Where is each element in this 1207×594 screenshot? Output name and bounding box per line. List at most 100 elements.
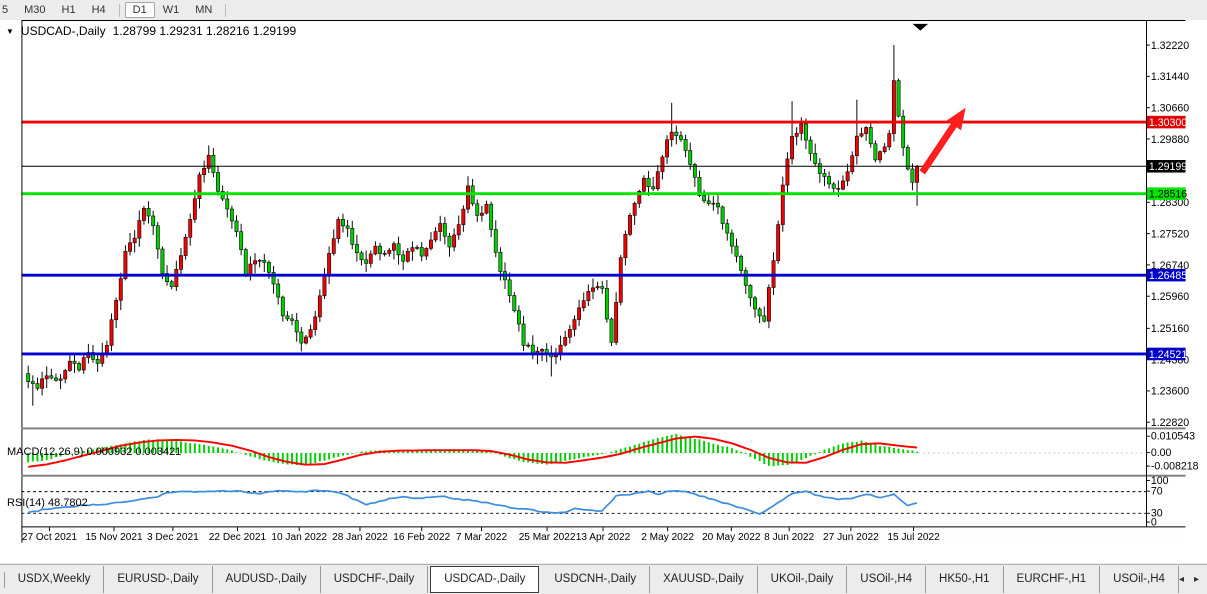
price-tick-label: 1.32220 <box>1151 40 1189 52</box>
tab-scroll-right-icon[interactable]: ▸ <box>1194 574 1199 585</box>
tab-usdchf-daily[interactable]: USDCHF-,Daily <box>321 566 429 593</box>
candle-body <box>707 201 710 204</box>
candle-body <box>897 81 900 116</box>
candle-body <box>466 186 469 209</box>
tab-usdcnh-daily[interactable]: USDCNH-,Daily <box>541 566 650 593</box>
candle-body <box>619 258 622 303</box>
candle-body <box>596 287 599 288</box>
candle-body <box>800 124 803 133</box>
candle-body <box>36 384 39 389</box>
tab-ukoil-daily[interactable]: UKOil-,Daily <box>758 566 848 593</box>
candle-body <box>869 127 872 143</box>
candle-body <box>161 249 164 273</box>
candle-body <box>892 81 895 134</box>
chart-title: ▼ USDCAD-,Daily 1.28799 1.29231 1.28216 … <box>6 24 296 38</box>
candle-body <box>864 127 867 133</box>
timeframe-button-d1[interactable]: D1 <box>125 2 155 18</box>
candle-body <box>601 287 604 289</box>
chart-dropdown-icon[interactable]: ▼ <box>6 27 14 36</box>
candle-body <box>235 221 238 232</box>
candle-body <box>244 250 247 276</box>
tab-usoil-h4[interactable]: USOil-,H4 <box>1100 566 1179 593</box>
candle-body <box>355 244 358 252</box>
candle-body <box>156 226 159 249</box>
candle-body <box>860 134 863 137</box>
candle-body <box>494 229 497 252</box>
date-label: 13 Apr 2022 <box>576 532 631 543</box>
timeframe-button-5[interactable]: 5 <box>0 2 16 18</box>
candle-body <box>610 319 613 342</box>
candle-body <box>406 251 409 261</box>
candle-body <box>642 178 645 191</box>
timeframe-button-w1[interactable]: W1 <box>155 2 188 18</box>
rsi-indicator-label: RSI(14) 48.7802 <box>7 497 88 509</box>
candle-body <box>383 253 386 254</box>
date-label: 16 Feb 2022 <box>393 532 450 543</box>
candle-body <box>739 256 742 270</box>
candle-body <box>448 236 451 247</box>
candle-body <box>443 223 446 236</box>
candle-body <box>841 181 844 189</box>
candle-body <box>175 269 178 286</box>
chart-background <box>21 20 1185 544</box>
candle-body <box>582 301 585 308</box>
candle-body <box>295 320 298 332</box>
chart-canvas: 1.322201.314401.306601.298801.283001.275… <box>0 20 1207 563</box>
candle-body <box>573 320 576 330</box>
candle-body <box>911 169 914 182</box>
candle-body <box>374 246 377 254</box>
tab-xauusd-daily[interactable]: XAUUSD-,Daily <box>650 566 758 593</box>
candle-body <box>378 246 381 253</box>
candle-body <box>323 275 326 296</box>
timeframe-toolbar: 5M30H1H4 D1W1MN <box>0 0 1207 20</box>
candle-body <box>212 155 215 172</box>
candle-body <box>508 280 511 296</box>
candle-body <box>804 124 807 140</box>
tab-usdcad-daily[interactable]: USDCAD-,Daily <box>430 566 539 593</box>
candle-body <box>425 248 428 256</box>
candle-body <box>832 184 835 188</box>
timeframe-button-h4[interactable]: H4 <box>84 2 114 18</box>
candle-body <box>577 308 580 320</box>
candle-body <box>110 320 113 346</box>
timeframe-button-h1[interactable]: H1 <box>54 2 84 18</box>
candle-body <box>309 330 312 337</box>
candle-body <box>726 224 729 234</box>
candle-body <box>54 378 57 380</box>
candle-body <box>452 235 455 247</box>
timeframe-button-mn[interactable]: MN <box>187 2 220 18</box>
rsi-axis-label: 0 <box>1151 516 1157 528</box>
tab-eurchf-h1[interactable]: EURCHF-,H1 <box>1004 566 1101 593</box>
candle-body <box>397 244 400 255</box>
candle-body <box>851 156 854 172</box>
date-label: 27 Jun 2022 <box>823 532 879 543</box>
price-tick-label: 1.23600 <box>1151 386 1189 398</box>
candle-body <box>744 271 747 286</box>
price-tick-label: 1.30660 <box>1151 103 1189 115</box>
candle-body <box>522 324 525 345</box>
candle <box>874 140 877 162</box>
tab-hk50-h1[interactable]: HK50-,H1 <box>926 566 1004 593</box>
candle-body <box>40 379 43 388</box>
date-label: 10 Jan 2022 <box>271 532 327 543</box>
tab-eurusd-daily[interactable]: EURUSD-,Daily <box>104 566 212 593</box>
candle-body <box>758 309 761 316</box>
candle-body <box>170 282 173 287</box>
toolbar-separator <box>119 4 120 17</box>
candle-body <box>147 208 150 216</box>
timeframe-button-m30[interactable]: M30 <box>16 2 53 18</box>
candle-body <box>786 159 789 185</box>
candle-body <box>540 349 543 351</box>
candle-body <box>439 223 442 231</box>
candle-body <box>277 284 280 297</box>
candle-body <box>429 240 432 248</box>
candle-body <box>809 140 812 153</box>
candle-body <box>128 243 131 252</box>
candle-body <box>716 203 719 207</box>
candle-body <box>351 228 354 244</box>
tab-usdx-weekly[interactable]: USDX,Weekly <box>5 566 105 593</box>
candle-body <box>240 232 243 250</box>
tab-usoil-h4[interactable]: USOil-,H4 <box>847 566 926 593</box>
tab-scroll-left-icon[interactable]: ◂ <box>1179 574 1184 585</box>
tab-audusd-daily[interactable]: AUDUSD-,Daily <box>213 566 321 593</box>
